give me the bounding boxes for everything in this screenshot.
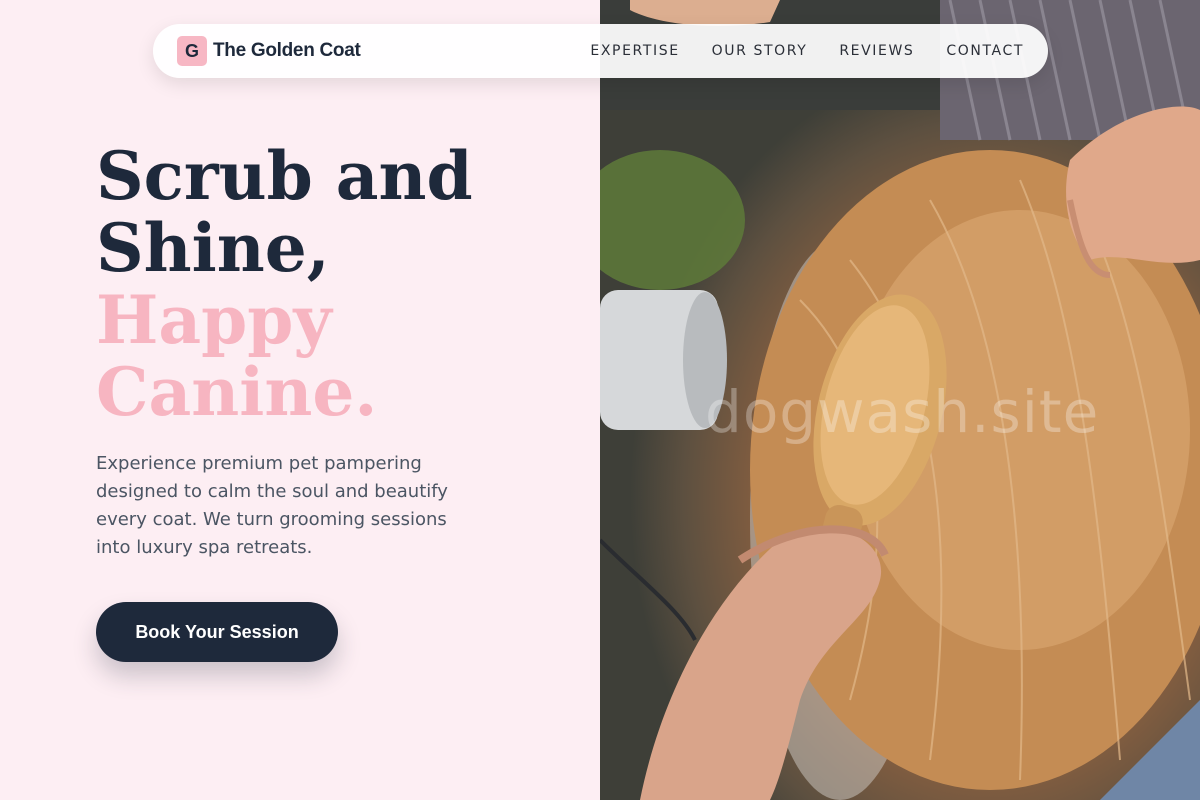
brand-name[interactable]: The Golden Coat xyxy=(213,40,361,62)
hero-title-accent-line-1: Happy xyxy=(96,281,332,359)
nav-link-expertise[interactable]: EXPERTISE xyxy=(590,43,679,59)
nav-link-reviews[interactable]: REVIEWS xyxy=(839,43,914,59)
hero-title-accent-line-2: Canine. xyxy=(96,353,378,431)
nav-links: EXPERTISE OUR STORY REVIEWS CONTACT xyxy=(558,43,1024,59)
hero-title: Scrub and Shine, Happy Canine. xyxy=(96,140,473,428)
book-session-button[interactable]: Book Your Session xyxy=(96,602,338,662)
hero-title-line-1: Scrub and xyxy=(96,137,473,215)
logo-badge[interactable]: G xyxy=(177,36,207,66)
hero-description: Experience premium pet pampering designe… xyxy=(96,453,448,558)
nav-link-contact[interactable]: CONTACT xyxy=(946,43,1024,59)
top-navbar: G The Golden Coat EXPERTISE OUR STORY RE… xyxy=(153,24,1048,78)
watermark: dogwash.site xyxy=(705,378,1100,446)
hero-title-line-2: Shine, xyxy=(96,209,330,287)
hero-photo: dogwash.site xyxy=(600,0,1200,800)
nav-link-our-story[interactable]: OUR STORY xyxy=(712,43,808,59)
